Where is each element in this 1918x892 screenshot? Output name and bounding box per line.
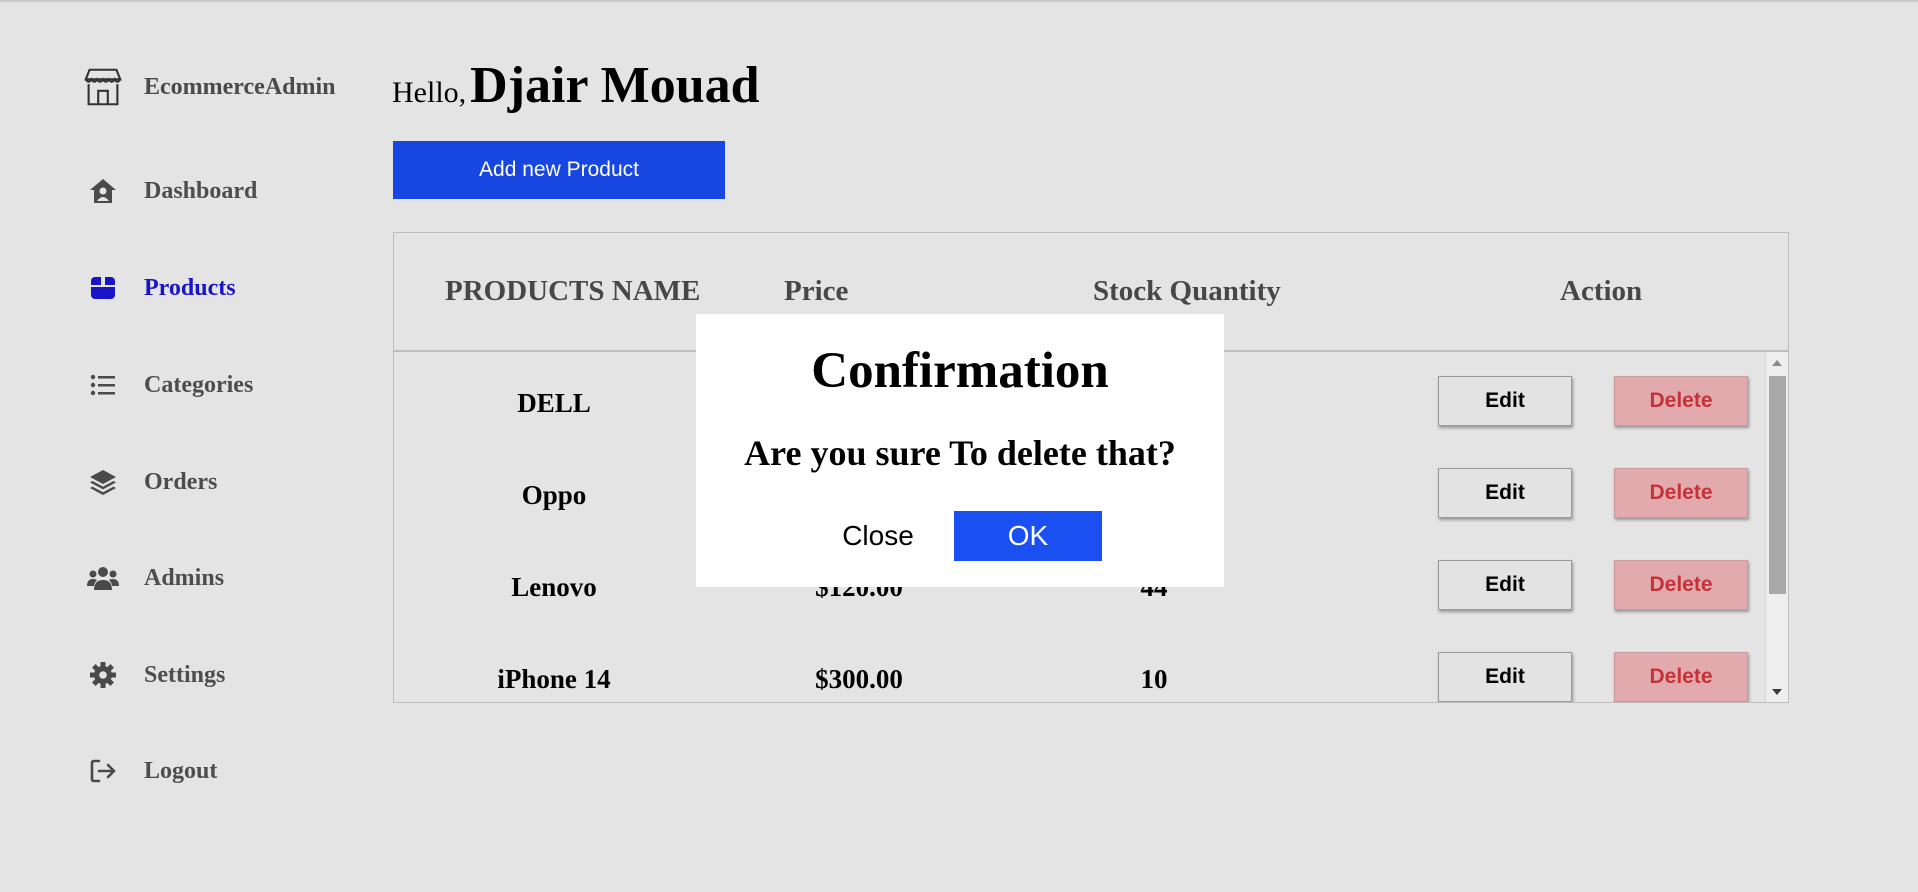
brand: EcommerceAdmin [80, 64, 336, 110]
column-header-stock: Stock Quantity [1093, 275, 1281, 307]
sidebar-item-label: Dashboard [144, 177, 258, 204]
add-product-button[interactable]: Add new Product [393, 141, 725, 199]
user-name: Djair Mouad [470, 57, 760, 114]
sidebar-item-dashboard[interactable]: Dashboard [86, 174, 257, 208]
scrollbar-thumb[interactable] [1769, 376, 1786, 594]
sidebar-item-logout[interactable]: Logout [86, 754, 217, 788]
close-button[interactable]: Close [816, 511, 940, 561]
layers-icon [86, 465, 120, 499]
column-header-name: PRODUCTS NAME [445, 275, 701, 307]
sidebar-item-label: Orders [144, 468, 218, 495]
product-stock: 10 [1140, 664, 1168, 694]
sidebar-item-categories[interactable]: Categories [86, 368, 253, 402]
product-price: $300.00 [815, 664, 903, 694]
sidebar-item-orders[interactable]: Orders [86, 465, 217, 499]
brand-name: EcommerceAdmin [144, 73, 336, 100]
product-name: iPhone 14 [497, 664, 611, 694]
product-name: Oppo [521, 480, 587, 510]
delete-button[interactable]: Delete [1614, 468, 1748, 518]
table-scrollbar[interactable] [1765, 352, 1788, 702]
product-name: DELL [517, 388, 591, 418]
sidebar-item-products[interactable]: Products [86, 271, 236, 305]
sidebar-item-label: Categories [144, 371, 254, 398]
scroll-down-arrow-icon[interactable] [1772, 689, 1782, 695]
edit-button[interactable]: Edit [1438, 652, 1572, 702]
sidebar-item-label: Settings [144, 661, 226, 688]
column-header-action: Action [1560, 275, 1643, 307]
dialog-title: Confirmation [811, 343, 1109, 399]
edit-button[interactable]: Edit [1438, 376, 1572, 426]
home-icon [86, 174, 120, 208]
scroll-up-arrow-icon[interactable] [1772, 360, 1782, 366]
ok-button[interactable]: OK [954, 511, 1102, 561]
delete-button[interactable]: Delete [1614, 376, 1748, 426]
dialog-message: Are you sure To delete that? [744, 433, 1176, 473]
delete-button[interactable]: Delete [1614, 560, 1748, 610]
box-icon [86, 271, 120, 305]
sidebar-item-admins[interactable]: Admins [86, 561, 224, 595]
edit-button[interactable]: Edit [1438, 560, 1572, 610]
sidebar-item-label: Products [144, 274, 236, 301]
list-icon [86, 368, 120, 402]
greeting-text: Hello, [392, 76, 467, 109]
sidebar-item-label: Admins [144, 564, 225, 591]
greeting: Hello, Djair Mouad [392, 56, 760, 115]
product-name: Lenovo [511, 572, 597, 602]
delete-button[interactable]: Delete [1614, 652, 1748, 702]
confirmation-dialog: Confirmation Are you sure To delete that… [696, 314, 1224, 587]
store-icon [84, 68, 122, 106]
column-header-price: Price [784, 275, 849, 307]
logout-icon [86, 754, 120, 788]
sidebar-item-settings[interactable]: Settings [86, 658, 225, 692]
sidebar-item-label: Logout [144, 757, 218, 784]
table-row: iPhone 14 $300.00 10 Edit Delete [394, 628, 1766, 702]
users-icon [86, 561, 120, 595]
gear-icon [86, 658, 120, 692]
edit-button[interactable]: Edit [1438, 468, 1572, 518]
